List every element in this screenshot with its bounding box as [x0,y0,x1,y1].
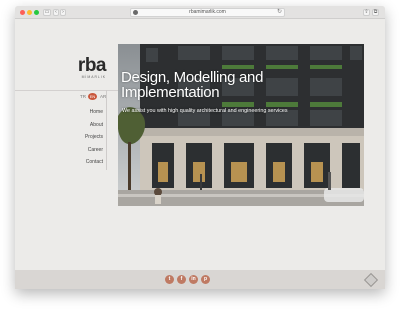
nav-item-projects[interactable]: Projects [85,133,103,146]
hero-title-line-2: Implementation [121,84,220,101]
close-window-icon[interactable] [20,10,25,15]
hero-title-line-1: Design, Modelling and [121,69,264,86]
minimize-window-icon[interactable] [27,10,32,15]
language-option-right[interactable]: AR [100,94,106,99]
header-divider [15,90,118,91]
reload-icon[interactable]: ↻ [277,9,282,16]
nav-item-home[interactable]: Home [85,108,103,121]
tabs-overview-icon[interactable]: ⧉ [372,9,379,16]
hero-banner: Design, Modelling and Implementation We … [118,44,364,206]
pinterest-icon[interactable]: p [201,275,210,284]
back-button[interactable]: ‹ [53,9,59,16]
sidebar-toggle-icon[interactable]: ▭ [43,9,51,16]
address-bar-url: rbamimarlik.com [189,9,226,15]
nav-item-contact[interactable]: Contact [85,158,103,171]
hero-subtitle: We assist you with high quality architec… [122,108,288,114]
address-bar[interactable]: rbamimarlik.com ↻ [130,8,285,17]
linkedin-icon[interactable]: in [189,275,198,284]
maximize-window-icon[interactable] [34,10,39,15]
privacy-shield-icon[interactable] [133,10,138,15]
language-option-current[interactable]: EN [88,93,97,100]
nav-item-about[interactable]: About [85,121,103,134]
nav-divider [106,90,107,170]
facebook-icon[interactable]: f [177,275,186,284]
page-footer [15,270,385,289]
browser-toolbar: ▭ ‹ › rbamimarlik.com ↻ ⇧ ⧉ [15,6,385,19]
nav-item-career[interactable]: Career [85,146,103,159]
logo-mark: rba [77,55,107,76]
share-icon[interactable]: ⇧ [363,9,370,16]
forward-button[interactable]: › [60,9,66,16]
site-logo[interactable]: rba MİMARLIK [54,55,107,86]
language-option-left[interactable]: TR [80,94,86,99]
main-nav: Home About Projects Career Contact [85,108,103,171]
twitter-icon[interactable]: t [165,275,174,284]
hero-title: Design, Modelling and Implementation [121,70,263,100]
language-switcher: TR EN AR [80,93,106,101]
